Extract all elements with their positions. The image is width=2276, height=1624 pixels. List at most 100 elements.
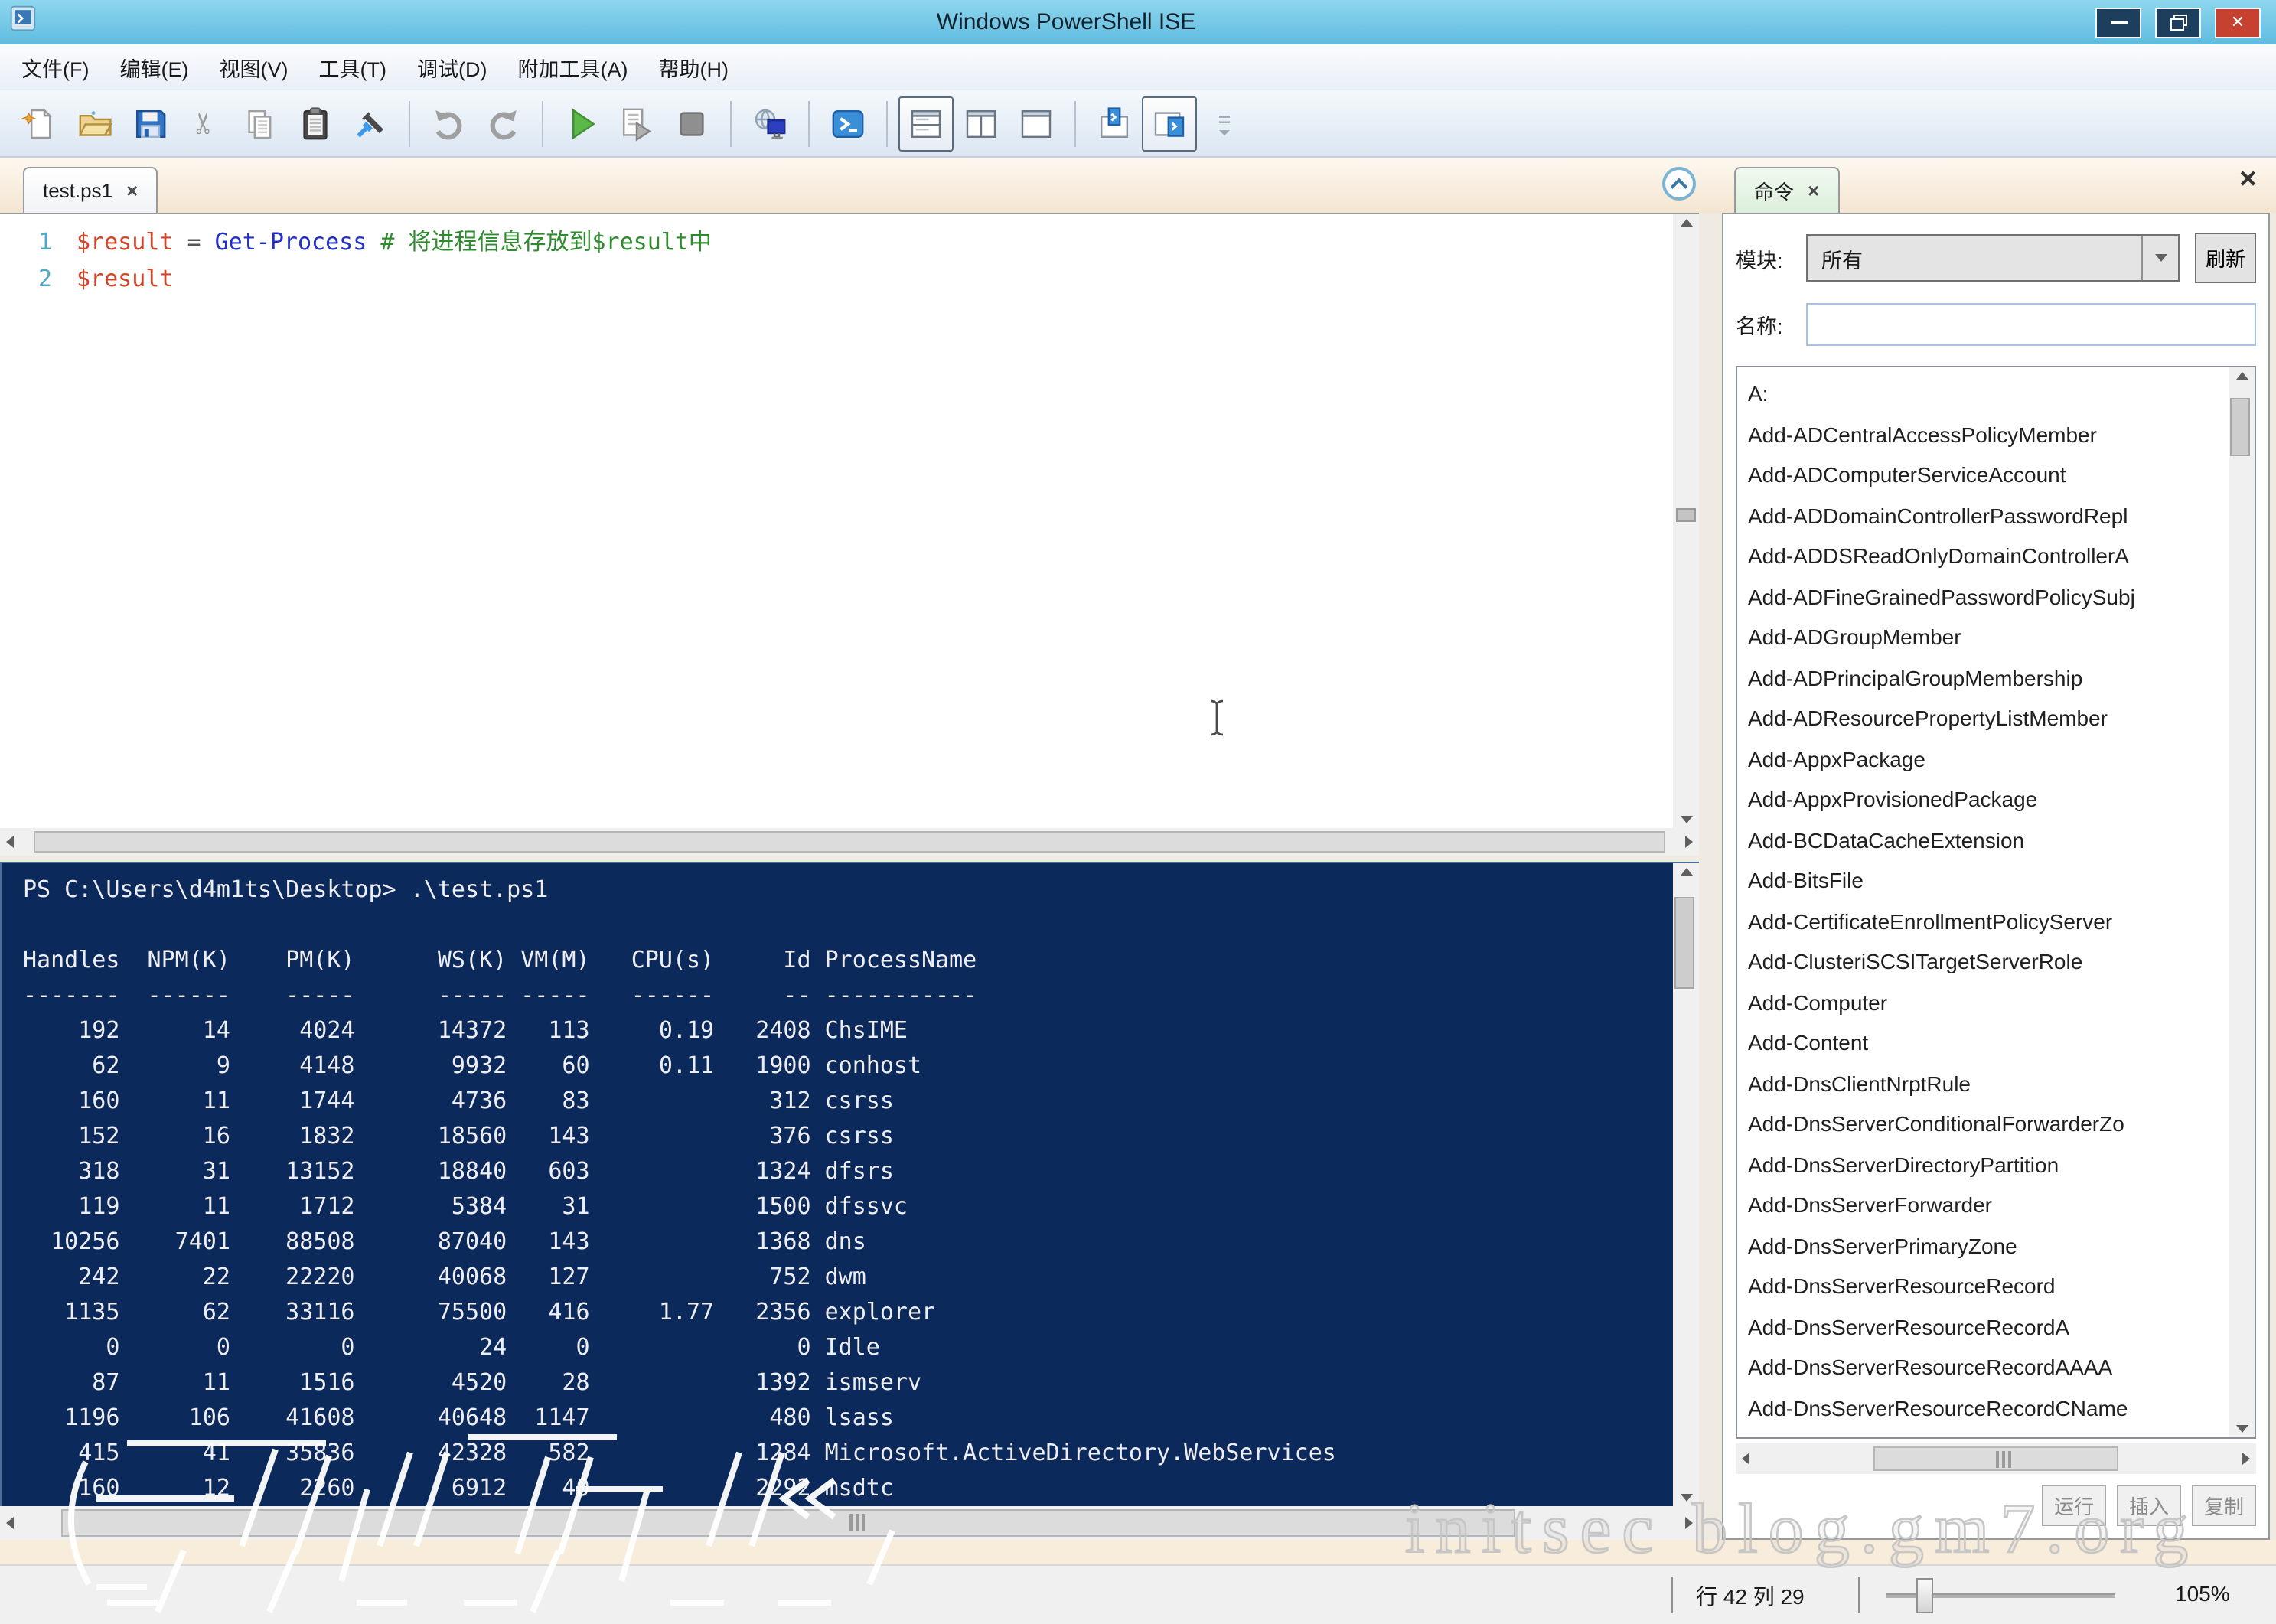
toolbar-overflow-button[interactable] xyxy=(1197,96,1252,151)
command-list-item[interactable]: Add-DnsClientNrptRule xyxy=(1748,1063,2229,1104)
command-list-item[interactable]: Add-DnsServerResourceRecordAAAA xyxy=(1748,1347,2229,1388)
show-script-pane-top-button[interactable] xyxy=(1087,96,1142,151)
layout-script-top-button[interactable] xyxy=(898,96,954,151)
stop-operation-button[interactable] xyxy=(664,96,719,151)
restore-button[interactable] xyxy=(2155,7,2201,38)
scroll-up-arrow[interactable] xyxy=(2235,372,2248,380)
command-list-item[interactable]: Add-AppxPackage xyxy=(1748,739,2229,779)
command-list-item[interactable]: Add-ADComputerServiceAccount xyxy=(1748,455,2229,495)
tab-test-ps1[interactable]: test.ps1 × xyxy=(23,167,158,213)
paste-button[interactable] xyxy=(288,96,343,151)
save-button[interactable] xyxy=(122,96,178,151)
scrollbar-thumb[interactable] xyxy=(61,1509,1515,1537)
toolbar-separator xyxy=(886,100,888,146)
close-button[interactable]: ✕ xyxy=(2215,7,2261,38)
scroll-right-arrow[interactable] xyxy=(2242,1453,2250,1465)
scroll-up-arrow[interactable] xyxy=(1680,868,1692,876)
command-list-item[interactable]: Add-CertificateEnrollmentPolicyServer xyxy=(1748,901,2229,941)
scroll-right-arrow[interactable] xyxy=(1685,836,1693,848)
clear-console-button[interactable] xyxy=(343,96,398,151)
scroll-up-arrow[interactable] xyxy=(1680,219,1692,227)
scroll-down-arrow[interactable] xyxy=(2235,1425,2248,1433)
panel-button[interactable]: 复制 xyxy=(2192,1485,2256,1526)
command-list-item[interactable]: Add-DnsServerDirectoryPartition xyxy=(1748,1144,2229,1185)
redo-button[interactable] xyxy=(476,96,531,151)
command-list-item[interactable]: Add-Computer xyxy=(1748,982,2229,1022)
panel-button[interactable]: 插入 xyxy=(2117,1485,2181,1526)
command-list-item[interactable]: Add-DnsServerConditionalForwarderZo xyxy=(1748,1104,2229,1144)
collapse-script-pane-button[interactable] xyxy=(1662,167,1696,201)
panel-button[interactable]: 运行 xyxy=(2042,1485,2106,1526)
minimize-button[interactable] xyxy=(2095,7,2141,38)
module-dropdown[interactable]: 所有 xyxy=(1806,234,2180,282)
app-icon[interactable] xyxy=(9,5,37,40)
show-script-pane-right-button[interactable] xyxy=(1142,96,1197,151)
editor-horizontal-scrollbar[interactable] xyxy=(0,828,1699,856)
console-vertical-scrollbar[interactable] xyxy=(1673,863,1699,1506)
command-list-item[interactable]: Add-ADResourcePropertyListMember xyxy=(1748,698,2229,739)
name-filter-input[interactable] xyxy=(1806,303,2256,346)
scroll-down-arrow[interactable] xyxy=(1680,1494,1692,1502)
scroll-left-arrow[interactable] xyxy=(6,836,14,848)
command-list-item[interactable]: Add-ADDSReadOnlyDomainControllerA xyxy=(1748,536,2229,576)
scrollbar-thumb[interactable] xyxy=(1674,897,1694,989)
command-list[interactable]: A: Add-ADCentralAccessPolicyMember Add-ADC… xyxy=(1737,367,2229,1437)
menu-item[interactable]: 编辑(E) xyxy=(105,44,204,90)
copy-button[interactable] xyxy=(233,96,288,151)
refresh-button[interactable]: 刷新 xyxy=(2195,233,2256,283)
command-list-item[interactable]: Add-ADPrincipalGroupMembership xyxy=(1748,657,2229,698)
tab-commands[interactable]: 命令 × xyxy=(1734,167,1840,213)
console-pane[interactable]: PS C:\Users\d4m1ts\Desktop> .\test.ps1 H… xyxy=(2,863,1673,1506)
scrollbar-thumb[interactable] xyxy=(2230,398,2250,456)
command-list-item[interactable]: Add-DnsServerResourceRecordA xyxy=(1748,1306,2229,1347)
scroll-right-arrow[interactable] xyxy=(1685,1517,1693,1529)
run-selection-button[interactable] xyxy=(609,96,664,151)
command-list-item[interactable]: Add-DnsServerResourceRecord xyxy=(1748,1266,2229,1306)
menu-item[interactable]: 附加工具(A) xyxy=(503,44,644,90)
cut-button[interactable]: ✂ xyxy=(178,96,233,151)
command-list-item[interactable]: Add-DnsServerForwarder xyxy=(1748,1185,2229,1225)
scroll-left-arrow[interactable] xyxy=(6,1517,14,1529)
command-list-item[interactable]: Add-ADDomainControllerPasswordRepl xyxy=(1748,495,2229,536)
menu-item[interactable]: 视图(V) xyxy=(204,44,304,90)
command-list-item[interactable]: Add-AppxProvisionedPackage xyxy=(1748,779,2229,820)
new-remote-powershell-tab-button[interactable] xyxy=(742,96,797,151)
tab-close-icon[interactable]: × xyxy=(126,179,138,202)
command-list-item[interactable]: Add-DnsServerResourceRecordCName xyxy=(1748,1388,2229,1428)
editor-vertical-scrollbar[interactable] xyxy=(1673,214,1699,828)
menu-item[interactable]: 帮助(H) xyxy=(644,44,745,90)
script-editor-pane[interactable]: 1 $result = Get-Process # 将进程信息存放到$resul… xyxy=(0,213,1699,828)
layout-console-only-button[interactable] xyxy=(1009,96,1064,151)
command-list-item[interactable]: Add-BitsFile xyxy=(1748,860,2229,901)
command-list-item[interactable]: Add-ADFineGrainedPasswordPolicySubj xyxy=(1748,576,2229,617)
command-list-item[interactable]: Add-ClusteriSCSITargetServerRole xyxy=(1748,941,2229,982)
layout-script-side-button[interactable] xyxy=(954,96,1009,151)
undo-button[interactable] xyxy=(421,96,476,151)
name-label: 名称: xyxy=(1736,315,1783,338)
menu-item[interactable]: 工具(T) xyxy=(304,44,403,90)
scroll-left-arrow[interactable] xyxy=(1742,1453,1749,1465)
scrollbar-marker[interactable] xyxy=(1676,508,1696,522)
open-script-button[interactable] xyxy=(67,96,122,151)
command-list-vertical-scrollbar[interactable] xyxy=(2229,367,2255,1437)
close-addon-pane-icon[interactable]: ✕ xyxy=(2239,165,2258,193)
new-script-button[interactable] xyxy=(12,96,67,151)
command-list-item[interactable]: A: xyxy=(1748,373,2229,414)
menu-item[interactable]: 调试(D) xyxy=(402,44,503,90)
command-list-item[interactable]: Add-DnsServerPrimaryZone xyxy=(1748,1225,2229,1266)
scroll-down-arrow[interactable] xyxy=(1680,816,1692,823)
menu-item[interactable]: 文件(F) xyxy=(6,44,105,90)
command-list-item[interactable]: Add-BCDataCacheExtension xyxy=(1748,820,2229,860)
command-list-item[interactable]: Add-ADGroupMember xyxy=(1748,617,2229,657)
command-list-item[interactable]: Add-ADCentralAccessPolicyMember xyxy=(1748,414,2229,455)
command-list-horizontal-scrollbar[interactable] xyxy=(1736,1443,2256,1474)
dropdown-arrow-button[interactable] xyxy=(2141,236,2178,280)
console-horizontal-scrollbar[interactable] xyxy=(0,1506,1699,1540)
start-powershell-exe-button[interactable] xyxy=(820,96,876,151)
editor-code[interactable]: 1 $result = Get-Process # 将进程信息存放到$resul… xyxy=(0,214,1673,828)
run-script-button[interactable] xyxy=(554,96,609,151)
zoom-slider-handle[interactable] xyxy=(1916,1578,1933,1613)
tab-close-icon[interactable]: × xyxy=(1808,179,1819,202)
scrollbar-thumb[interactable] xyxy=(34,831,1665,853)
command-list-item[interactable]: Add-Content xyxy=(1748,1022,2229,1063)
